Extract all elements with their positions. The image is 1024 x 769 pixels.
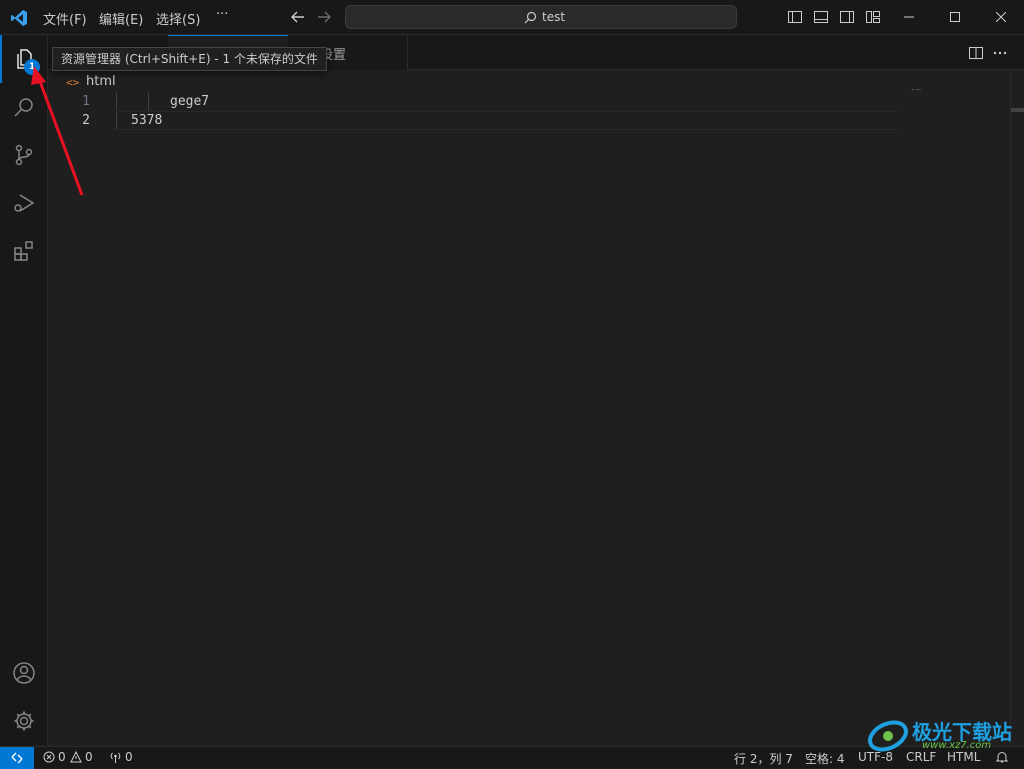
watermark-logo: 极光下载站 www.xz7.com xyxy=(852,712,1024,760)
toggle-secondary-sidebar-icon[interactable] xyxy=(839,9,855,25)
close-icon xyxy=(996,12,1006,22)
menu-selection[interactable]: 选择(S) xyxy=(156,9,200,28)
broadcast-icon xyxy=(110,752,121,763)
scrollbar-thumb[interactable] xyxy=(1011,108,1024,112)
activity-extensions[interactable] xyxy=(0,227,48,275)
minimize-icon xyxy=(904,16,914,18)
red-arrow-annotation xyxy=(31,66,84,196)
breadcrumb-item-html[interactable]: html xyxy=(86,74,116,89)
toggle-primary-sidebar-icon[interactable] xyxy=(787,9,803,25)
watermark-swirl-icon xyxy=(868,720,908,752)
remote-indicator-button[interactable] xyxy=(0,747,34,769)
back-arrow-icon[interactable] xyxy=(289,8,307,26)
minimize-button[interactable] xyxy=(886,0,932,35)
maximize-button[interactable] xyxy=(932,0,978,35)
indentation-setting[interactable]: 空格: 4 xyxy=(805,750,845,767)
code-editor[interactable]: 1 gege7 2 5378 xyxy=(48,92,1008,745)
ports-count[interactable]: 0 xyxy=(125,750,133,764)
watermark-url: www.xz7.com xyxy=(922,740,992,751)
error-count[interactable]: 0 xyxy=(58,750,66,764)
warning-count[interactable]: 0 xyxy=(85,750,93,764)
toggle-panel-icon[interactable] xyxy=(813,9,829,25)
close-button[interactable] xyxy=(978,0,1024,35)
forward-arrow-icon[interactable] xyxy=(315,8,333,26)
gear-icon xyxy=(14,711,34,731)
current-line-highlight xyxy=(116,111,900,130)
split-editor-icon[interactable] xyxy=(968,45,984,61)
more-actions-icon[interactable] xyxy=(992,45,1008,61)
customize-layout-icon[interactable] xyxy=(865,9,881,25)
search-icon xyxy=(524,11,537,24)
warning-icon xyxy=(70,751,82,763)
explorer-tooltip: 资源管理器 (Ctrl+Shift+E) - 1 个未保存的文件 xyxy=(52,47,327,71)
cursor-position[interactable]: 行 2，列 7 xyxy=(734,750,793,767)
maximize-icon xyxy=(950,12,960,22)
title-bar: 文件(F) 编辑(E) 选择(S) ··· test xyxy=(0,0,1024,35)
command-center-search[interactable]: test xyxy=(345,5,737,29)
menu-file[interactable]: 文件(F) xyxy=(43,9,87,28)
vscode-logo-icon xyxy=(11,10,27,26)
vertical-scrollbar[interactable] xyxy=(1010,70,1024,745)
activity-manage[interactable] xyxy=(0,697,48,745)
command-center-label: test xyxy=(542,10,566,24)
activity-accounts[interactable] xyxy=(0,649,48,697)
error-icon xyxy=(43,751,55,763)
menu-edit[interactable]: 编辑(E) xyxy=(99,9,143,28)
minimap-preview: -‒ xyxy=(910,85,921,95)
account-icon xyxy=(13,662,35,684)
minimap[interactable]: -‒ xyxy=(908,85,1008,97)
extensions-icon xyxy=(14,241,33,261)
menu-more[interactable]: ··· xyxy=(216,7,228,22)
code-line[interactable]: gege7 xyxy=(170,94,209,109)
remote-icon xyxy=(11,752,23,764)
indent-guide xyxy=(148,92,149,111)
code-line[interactable]: 5378 xyxy=(131,113,162,128)
